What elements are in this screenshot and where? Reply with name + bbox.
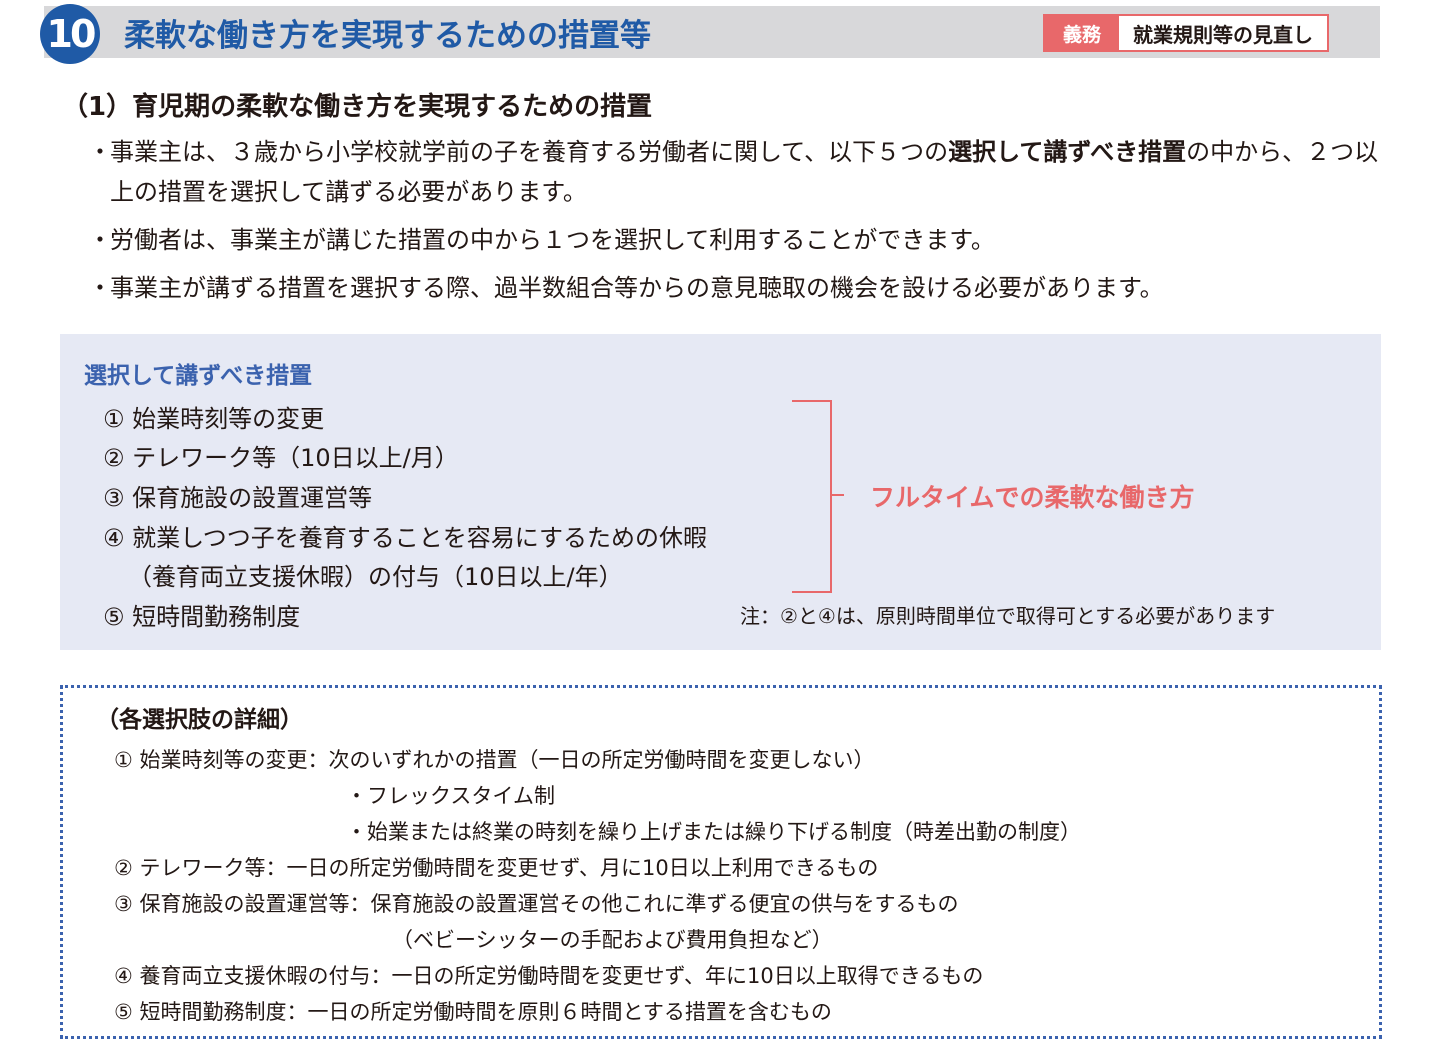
obligation-tag-label: 義務: [1045, 16, 1120, 50]
measure-item-5: ⑤ 短時間勤務制度: [103, 603, 301, 631]
fulltime-flexible-label: フルタイムでの柔軟な働き方: [870, 483, 1195, 512]
detail-item-2: ② テレワーク等：一日の所定労働時間を変更せず、月に10日以上利用できるもの: [114, 856, 879, 880]
detail-item-3: ③ 保育施設の設置運営等：保育施設の設置運営その他これに準ずる便宜の供与をするも…: [114, 892, 959, 916]
measures-note: 注：②と④は、原則時間単位で取得可とする必要があります: [740, 604, 1276, 628]
bullet-item: ・ 労働者は、事業主が講じた措置の中から１つを選択して利用することができます。: [88, 220, 1388, 260]
measure-item-3: ③ 保育施設の設置運営等: [103, 484, 373, 512]
measure-item-4-continued: （養育両立支援休暇）の付与（10日以上/年）: [128, 563, 623, 591]
grouping-bracket: [792, 400, 832, 593]
bullet-2-text: 労働者は、事業主が講じた措置の中から１つを選択して利用することができます。: [110, 226, 995, 254]
bullet-item: ・ 事業主は、３歳から小学校就学前の子を養育する労働者に関して、以下５つの選択し…: [88, 138, 1379, 206]
obligation-tag-value: 就業規則等の見直し: [1133, 22, 1314, 47]
detail-item-1-option-b: ・始業または終業の時刻を繰り上げまたは繰り下げる制度（時差出勤の制度）: [346, 820, 1081, 844]
bullet-3-text: 事業主が講ずる措置を選択する際、過半数組合等からの意見聴取の機会を設ける必要があ…: [110, 274, 1164, 302]
section-number-badge: 10: [40, 4, 100, 64]
bullet-item: ・ 事業主が講ずる措置を選択する際、過半数組合等からの意見聴取の機会を設ける必要…: [88, 268, 1388, 308]
bullet-1-emphasis: 選択して講ずべき措置: [948, 138, 1187, 166]
detail-item-3-continued: （ベビーシッターの手配および費用負担など）: [392, 928, 833, 952]
detail-item-1-option-a: ・フレックスタイム制: [346, 784, 555, 808]
grouping-bracket-tick: [832, 494, 844, 496]
measure-item-1: ① 始業時刻等の変更: [103, 405, 325, 433]
detail-item-5: ⑤ 短時間勤務制度：一日の所定労働時間を原則６時間とする措置を含むもの: [114, 1000, 832, 1024]
bullet-list: ・ 事業主は、３歳から小学校就学前の子を養育する労働者に関して、以下５つの選択し…: [88, 132, 1388, 308]
bullet-1-text: 事業主は、３歳から小学校就学前の子を養育する労働者に関して、以下５つの: [110, 138, 949, 166]
document-page: 10 柔軟な働き方を実現するための措置等 義務 就業規則等の見直し （1）育児期…: [0, 0, 1448, 1054]
measures-title: 選択して講ずべき措置: [84, 363, 313, 389]
subheading: （1）育児期の柔軟な働き方を実現するための措置: [62, 92, 653, 122]
measure-item-4: ④ 就業しつつ子を養育することを容易にするための休暇: [103, 524, 707, 552]
detail-item-1: ① 始業時刻等の変更：次のいずれかの措置（一日の所定労働時間を変更しない）: [114, 748, 875, 772]
details-title: （各選択肢の詳細）: [96, 707, 303, 733]
measure-item-2: ② テレワーク等（10日以上/月）: [103, 444, 459, 472]
detail-item-4: ④ 養育両立支援休暇の付与：一日の所定労働時間を変更せず、年に10日以上取得でき…: [114, 964, 984, 988]
obligation-tag: 義務 就業規則等の見直し: [1043, 14, 1330, 52]
section-title: 柔軟な働き方を実現するための措置等: [124, 18, 651, 54]
